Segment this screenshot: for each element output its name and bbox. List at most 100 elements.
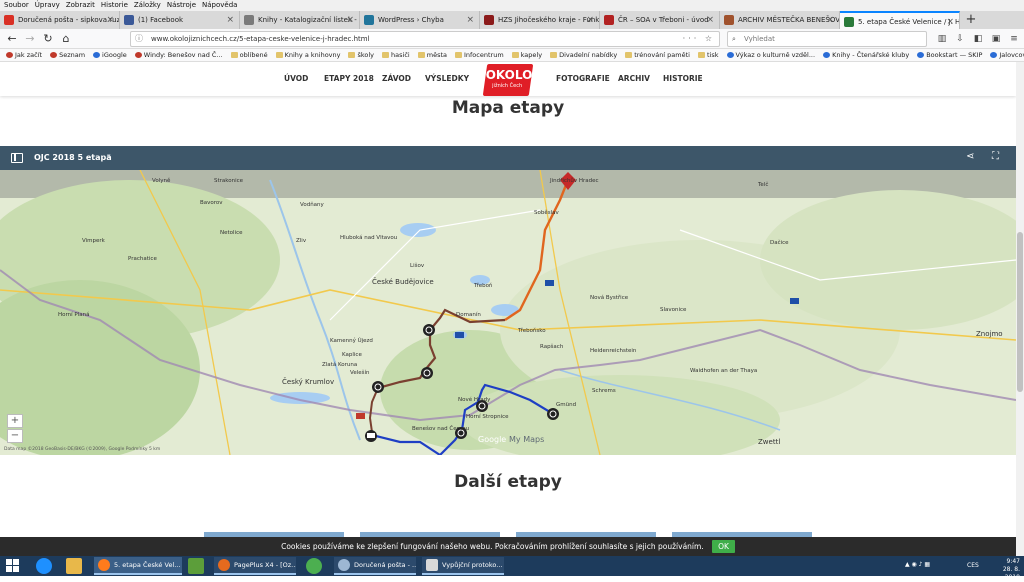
windows-start-button[interactable]	[6, 559, 20, 573]
bookmark-item[interactable]: Jalovcová mast - rece...	[990, 49, 1024, 61]
tray-icons[interactable]: ▲ ◉ ♪ ▦	[905, 561, 930, 568]
bike-marker[interactable]	[365, 430, 377, 442]
bike-marker[interactable]	[372, 381, 384, 393]
bookmark-item[interactable]: školy	[348, 49, 374, 61]
close-tab-icon[interactable]: ×	[226, 11, 234, 29]
windows-taskbar: 5. etapa České Vel... PagePlus X4 - [Oz.…	[0, 556, 1024, 581]
browser-tab[interactable]: Doručená pošta - sipkova.ruz ×	[0, 11, 120, 29]
bookmark-item[interactable]: Jak začít	[6, 49, 42, 61]
share-icon[interactable]: ⋖	[966, 151, 974, 162]
zoom-out-button[interactable]: −	[7, 429, 23, 443]
bookmark-item[interactable]: oblíbené	[230, 49, 268, 61]
taskbar-mail[interactable]: Doručená pošta - ...	[334, 557, 416, 575]
close-tab-icon[interactable]: ×	[946, 13, 954, 29]
browser-tab[interactable]: WordPress › Chyba ×	[360, 11, 480, 29]
browser-tab[interactable]: HZS Jihočeského kraje - Funkc ×	[480, 11, 600, 29]
close-tab-icon[interactable]: ×	[346, 11, 354, 29]
close-tab-icon[interactable]: ×	[706, 11, 714, 29]
nav-fotografie[interactable]: FOTOGRAFIE	[556, 74, 610, 83]
site-logo[interactable]: OKOLO jižních Čech	[482, 64, 534, 96]
browser-tab[interactable]: ČR – SOA v Třeboni - úvod ×	[600, 11, 720, 29]
bookmark-item[interactable]: Infocentrum	[454, 49, 504, 61]
fullscreen-icon[interactable]: ⛶	[992, 151, 999, 162]
file-explorer-icon[interactable]	[66, 558, 82, 574]
bookmark-item[interactable]: Výkaz o kulturně vzděl...	[726, 49, 815, 61]
bookmark-item[interactable]: Bookstart — SKIP	[917, 49, 982, 61]
menu-item[interactable]: Nástroje	[167, 0, 196, 11]
close-tab-icon[interactable]: ×	[466, 11, 474, 29]
cookie-text: Cookies používáme ke zlepšení fungování …	[281, 542, 704, 551]
reload-button[interactable]: ↻	[40, 31, 56, 47]
tab-label: Knihy - Katalogizační lístek - Obec	[258, 16, 359, 24]
scrollbar-thumb[interactable]	[1017, 232, 1023, 392]
bookmark-item[interactable]: hasiči	[382, 49, 410, 61]
language-indicator[interactable]: CES	[967, 562, 979, 569]
bookmark-item[interactable]: kapely	[511, 49, 542, 61]
bike-marker[interactable]	[421, 367, 433, 379]
bookmark-item[interactable]: města	[417, 49, 447, 61]
bookmark-item[interactable]: Windy: Benešov nad Č...	[134, 49, 223, 61]
url-bar[interactable]: ⓘ www.okolojiznichcech.cz/5-etapa-ceske-…	[130, 31, 720, 47]
nav-historie[interactable]: HISTORIE	[663, 74, 703, 83]
nav-etapy-2018[interactable]: ETAPY 2018	[324, 74, 374, 83]
search-input[interactable]: ⌕ Vyhledat	[727, 31, 927, 47]
menu-item[interactable]: Soubor	[4, 0, 29, 11]
menu-item[interactable]: Záložky	[134, 0, 161, 11]
forward-button[interactable]: →	[22, 31, 38, 47]
taskbar-firefox[interactable]: 5. etapa České Vel...	[94, 557, 182, 575]
bookmark-item[interactable]: trénování paměti	[625, 49, 690, 61]
clock[interactable]: 9:47 28. 8. 2018	[990, 558, 1020, 582]
browser-tab[interactable]: ARCHIV MĚSTEČKA BENEŠOV ×	[720, 11, 840, 29]
map-label: Zliv	[296, 238, 307, 244]
map-attribution: Data map ©2018 GeoBasis-DE/BKG (©2009), …	[4, 447, 161, 452]
map-legend-icon[interactable]	[11, 153, 23, 163]
nav-uvod[interactable]: ÚVOD	[284, 74, 308, 83]
bookmark-item[interactable]: Divadelní nabídky	[550, 49, 617, 61]
map-label: Nové Hrady	[458, 397, 491, 403]
browser-tab[interactable]: Knihy - Katalogizační lístek - Obec×	[240, 11, 360, 29]
new-tab-icon[interactable]: +	[960, 11, 982, 29]
bike-marker[interactable]	[423, 324, 435, 336]
menu-item[interactable]: Zobrazit	[66, 0, 95, 11]
browser-tab[interactable]: 5. etapa České Velenice / J. Hradec×	[840, 11, 960, 29]
finish-marker[interactable]	[547, 408, 559, 420]
bookmark-item[interactable]: tisk	[697, 49, 719, 61]
info-icon[interactable]: ⓘ	[135, 32, 143, 46]
home-button[interactable]: ⌂	[58, 31, 74, 47]
chevron-down-icon[interactable]: ▾	[107, 152, 111, 160]
bookmark-item[interactable]: Knihy a knihovny	[275, 49, 340, 61]
app-icon[interactable]	[188, 558, 204, 574]
page-actions-icon[interactable]: ··· ☆	[683, 32, 715, 46]
browser-tab[interactable]: (1) Facebook ×	[120, 11, 240, 29]
zoom-in-button[interactable]: +	[7, 414, 23, 428]
map-heading: Mapa etapy	[451, 98, 565, 118]
route-map[interactable]: České Budějovice Český Krumlov Třeboň Ji…	[0, 170, 1016, 455]
close-tab-icon[interactable]: ×	[586, 11, 594, 29]
menu-item[interactable]: Úpravy	[35, 0, 60, 11]
sidebar-icon[interactable]: ◧	[971, 32, 985, 46]
internet-explorer-icon[interactable]	[36, 558, 52, 574]
logo-subtitle: jižních Čech	[492, 83, 523, 89]
nav-zavod[interactable]: ZÁVOD	[382, 74, 411, 83]
bookmark-item[interactable]: Seznam	[50, 49, 85, 61]
bookmark-item[interactable]: Knihy - Čtenářské kluby	[823, 49, 909, 61]
menu-item[interactable]: Historie	[101, 0, 128, 11]
close-tab-icon[interactable]: ×	[106, 11, 114, 29]
close-tab-icon[interactable]: ×	[826, 11, 834, 29]
bookmark-item[interactable]: iGoogle	[93, 49, 127, 61]
hamburger-menu-icon[interactable]: ≡	[1007, 32, 1021, 46]
nav-vysledky[interactable]: VÝSLEDKY	[425, 74, 469, 83]
nav-archiv[interactable]: ARCHIV	[618, 74, 650, 83]
taskbar-document[interactable]: Vypůjční protoko...	[422, 557, 504, 575]
download-icon[interactable]: ⇩	[953, 32, 967, 46]
menu-bar: Soubor Úpravy Zobrazit Historie Záložky Nástr…	[0, 0, 1024, 11]
chrome-icon[interactable]	[306, 558, 322, 574]
library-icon[interactable]: ▥	[935, 32, 949, 46]
pocket-icon[interactable]: ▣	[989, 32, 1003, 46]
menu-item[interactable]: Nápověda	[202, 0, 237, 11]
cookie-ok-button[interactable]: OK	[712, 540, 735, 553]
back-button[interactable]: ←	[4, 31, 20, 47]
page-scrollbar[interactable]	[1016, 62, 1024, 556]
bookmark-label: Seznam	[59, 50, 86, 59]
taskbar-pageplus[interactable]: PagePlus X4 - [Oz...	[214, 557, 296, 575]
